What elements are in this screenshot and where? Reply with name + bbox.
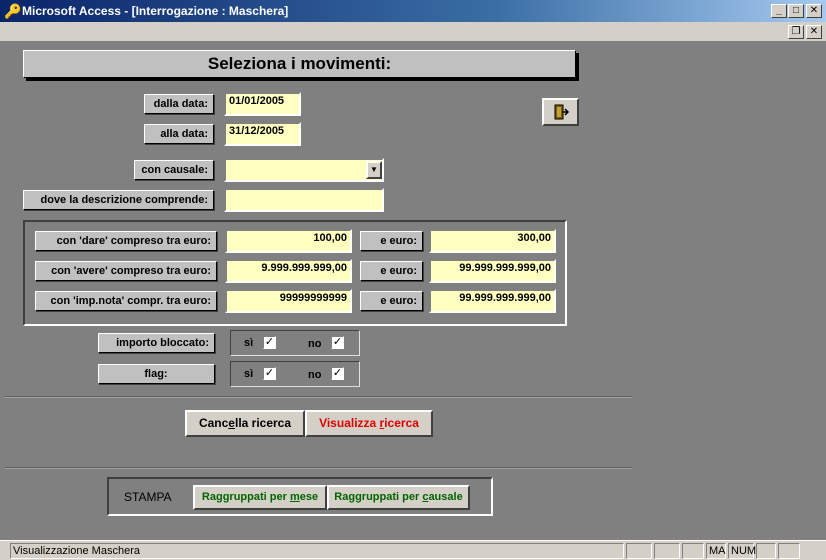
importo-bloccato-group: sì ✓ no ✓	[230, 330, 360, 356]
descrizione-field[interactable]	[224, 188, 384, 212]
checkmark-icon: ✓	[264, 336, 275, 348]
restore-child-button[interactable]: ❐	[788, 25, 804, 39]
importo-si-label: sì	[244, 337, 254, 349]
mese-pre: Raggruppati per	[201, 491, 290, 503]
visualizza-pre: Visualizza	[319, 416, 380, 430]
visualizza-post: icerca	[384, 416, 419, 430]
range-impnota-from-field[interactable]: 99999999999	[225, 289, 352, 313]
status-indicator-2	[654, 543, 680, 559]
separator-2	[5, 467, 632, 469]
mese-post: ese	[299, 491, 319, 503]
cancella-key: e	[228, 416, 235, 430]
range-avere-to-field[interactable]: 99.999.999.999,00	[429, 259, 556, 283]
raggruppati-mese-button[interactable]: Raggruppati per mese	[193, 485, 327, 510]
range-dare-to-field[interactable]: 300,00	[429, 229, 556, 253]
status-indicator-7	[778, 543, 800, 559]
stampa-frame: STAMPA Raggruppati per mese Raggruppati …	[107, 477, 493, 516]
range-dare-from-field[interactable]: 100,00	[225, 229, 352, 253]
cancella-ricerca-button[interactable]: Cancella ricerca	[185, 410, 305, 437]
flag-no-checkbox[interactable]: ✓	[331, 367, 344, 380]
exit-door-icon	[554, 104, 569, 120]
status-indicator-num: NUM	[728, 543, 756, 559]
alla-data-label: alla data:	[144, 124, 214, 144]
flag-label: flag:	[98, 364, 215, 384]
minimize-button[interactable]: _	[771, 4, 787, 18]
status-indicator-ma: MA	[706, 543, 726, 559]
range-impnota-to-label: e euro:	[360, 291, 423, 311]
flag-si-checkbox[interactable]: ✓	[263, 367, 276, 380]
mese-key: m	[289, 491, 300, 503]
range-impnota-to-field[interactable]: 99.999.999.999,00	[429, 289, 556, 313]
flag-no-label: no	[308, 369, 322, 381]
importo-no-checkbox[interactable]: ✓	[331, 336, 344, 349]
cancella-pre: Canc	[198, 416, 229, 430]
flag-si-label: sì	[244, 368, 254, 380]
checkmark-icon: ✓	[264, 367, 275, 379]
range-avere-label: con 'avere' compreso tra euro:	[35, 261, 217, 281]
cancella-post: lla ricerca	[234, 416, 292, 430]
range-avere-from-field[interactable]: 9.999.999.999,00	[225, 259, 352, 283]
range-avere-to-label: e euro:	[360, 261, 423, 281]
dalla-data-label: dalla data:	[144, 94, 214, 114]
status-bar: Visualizzazione Maschera MA NUM	[0, 540, 826, 560]
raggruppati-causale-button[interactable]: Raggruppati per causale	[327, 485, 470, 510]
importo-si-checkbox[interactable]: ✓	[263, 336, 276, 349]
close-button[interactable]: ✕	[806, 4, 822, 18]
menu-bar: ❐ ✕	[0, 22, 826, 42]
alla-data-field[interactable]: 31/12/2005	[224, 122, 301, 146]
visualizza-ricerca-button[interactable]: Visualizza ricerca	[305, 410, 433, 437]
exit-button[interactable]	[542, 98, 579, 126]
causale-label: con causale:	[134, 160, 214, 180]
causale-pre: Raggruppati per	[334, 491, 423, 503]
range-dare-to-label: e euro:	[360, 231, 423, 251]
maximize-button[interactable]: □	[788, 4, 804, 18]
dropdown-arrow-icon[interactable]: ▼	[366, 161, 382, 179]
status-text: Visualizzazione Maschera	[10, 543, 624, 559]
form-header: Seleziona i movimenti:	[23, 50, 576, 78]
importo-no-label: no	[308, 338, 322, 350]
range-dare-label: con 'dare' compreso tra euro:	[35, 231, 217, 251]
window-title: Microsoft Access - [Interrogazione : Mas…	[22, 4, 289, 18]
status-indicator-6	[756, 543, 776, 559]
key-icon[interactable]: 🔑	[4, 3, 21, 19]
checkmark-icon: ✓	[332, 367, 343, 379]
importo-bloccato-label: importo bloccato:	[98, 333, 215, 353]
status-indicator-1	[626, 543, 652, 559]
separator-1	[5, 396, 632, 398]
stampa-label: STAMPA	[124, 490, 172, 504]
close-child-button[interactable]: ✕	[806, 25, 822, 39]
flag-group: sì ✓ no ✓	[230, 361, 360, 387]
causale-post: ausale	[428, 491, 463, 503]
status-indicator-3	[682, 543, 704, 559]
checkmark-icon: ✓	[332, 336, 343, 348]
dalla-data-field[interactable]: 01/01/2005	[224, 92, 301, 116]
range-impnota-label: con 'imp.nota' compr. tra euro:	[35, 291, 217, 311]
causale-combo[interactable]	[224, 158, 384, 182]
title-bar: 🔑 Microsoft Access - [Interrogazione : M…	[0, 0, 826, 22]
descrizione-label: dove la descrizione comprende:	[23, 190, 214, 210]
